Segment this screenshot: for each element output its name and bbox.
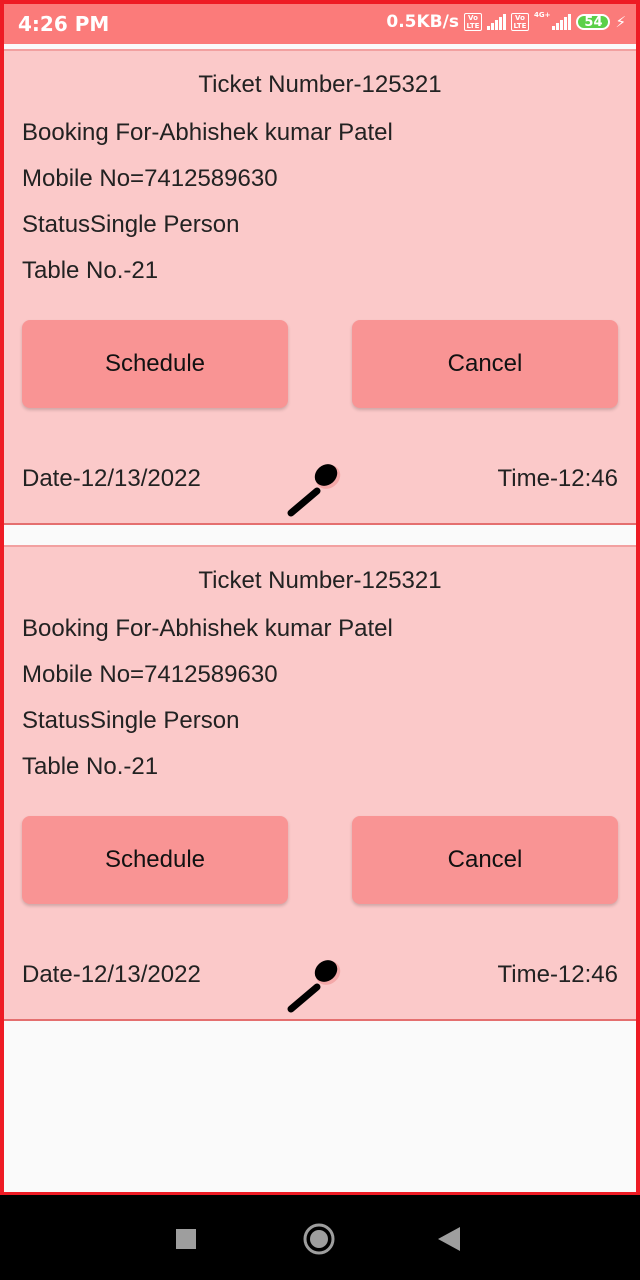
app-frame: 4:26 PM 0.5KB/s Vo LTE Vo LTE 4G+ 54 ⚡ T…: [0, 0, 640, 1195]
table-number: Table No.-21: [22, 257, 159, 284]
table-number: Table No.-21: [22, 753, 159, 780]
volte-icon-2: Vo LTE: [510, 13, 529, 31]
spoon-icon[interactable]: [284, 955, 344, 1015]
spoon-icon[interactable]: [284, 459, 344, 519]
triangle-back-icon[interactable]: [438, 1227, 460, 1251]
ticket-number: Ticket Number-125321: [198, 71, 442, 98]
schedule-button[interactable]: Schedule: [22, 816, 288, 904]
status-time: 4:26 PM: [18, 12, 110, 36]
booking-status: StatusSingle Person: [22, 707, 240, 734]
signal-icon: [486, 14, 506, 30]
booking-time: Time-12:46: [497, 961, 619, 988]
booking-card: Ticket Number-125321 Booking For-Abhishe…: [4, 49, 636, 525]
booking-time: Time-12:46: [497, 465, 619, 492]
cancel-button[interactable]: Cancel: [352, 320, 618, 408]
mobile-number: Mobile No=7412589630: [22, 165, 278, 192]
booking-for: Booking For-Abhishek kumar Patel: [22, 615, 393, 642]
signal-icon-2: [552, 14, 572, 30]
cancel-button[interactable]: Cancel: [352, 816, 618, 904]
circle-icon[interactable]: [303, 1223, 335, 1255]
volte-icon: Vo LTE: [463, 13, 482, 31]
mobile-number: Mobile No=7412589630: [22, 661, 278, 688]
square-icon[interactable]: [176, 1229, 196, 1249]
battery-icon: 54: [576, 14, 611, 30]
booking-card: Ticket Number-125321 Booking For-Abhishe…: [4, 545, 636, 1021]
status-right-group: 0.5KB/s Vo LTE Vo LTE 4G+ 54 ⚡: [386, 11, 626, 33]
booking-for: Booking For-Abhishek kumar Patel: [22, 119, 393, 146]
ticket-number: Ticket Number-125321: [198, 567, 442, 594]
schedule-button[interactable]: Schedule: [22, 320, 288, 408]
booking-date: Date-12/13/2022: [22, 961, 201, 988]
navigation-bar: [0, 1195, 640, 1280]
charging-icon: ⚡: [615, 13, 626, 31]
network-type: 4G+: [533, 11, 551, 19]
booking-date: Date-12/13/2022: [22, 465, 201, 492]
network-speed: 0.5KB/s: [386, 12, 459, 32]
booking-status: StatusSingle Person: [22, 211, 240, 238]
status-bar: 4:26 PM 0.5KB/s Vo LTE Vo LTE 4G+ 54 ⚡: [4, 4, 636, 44]
